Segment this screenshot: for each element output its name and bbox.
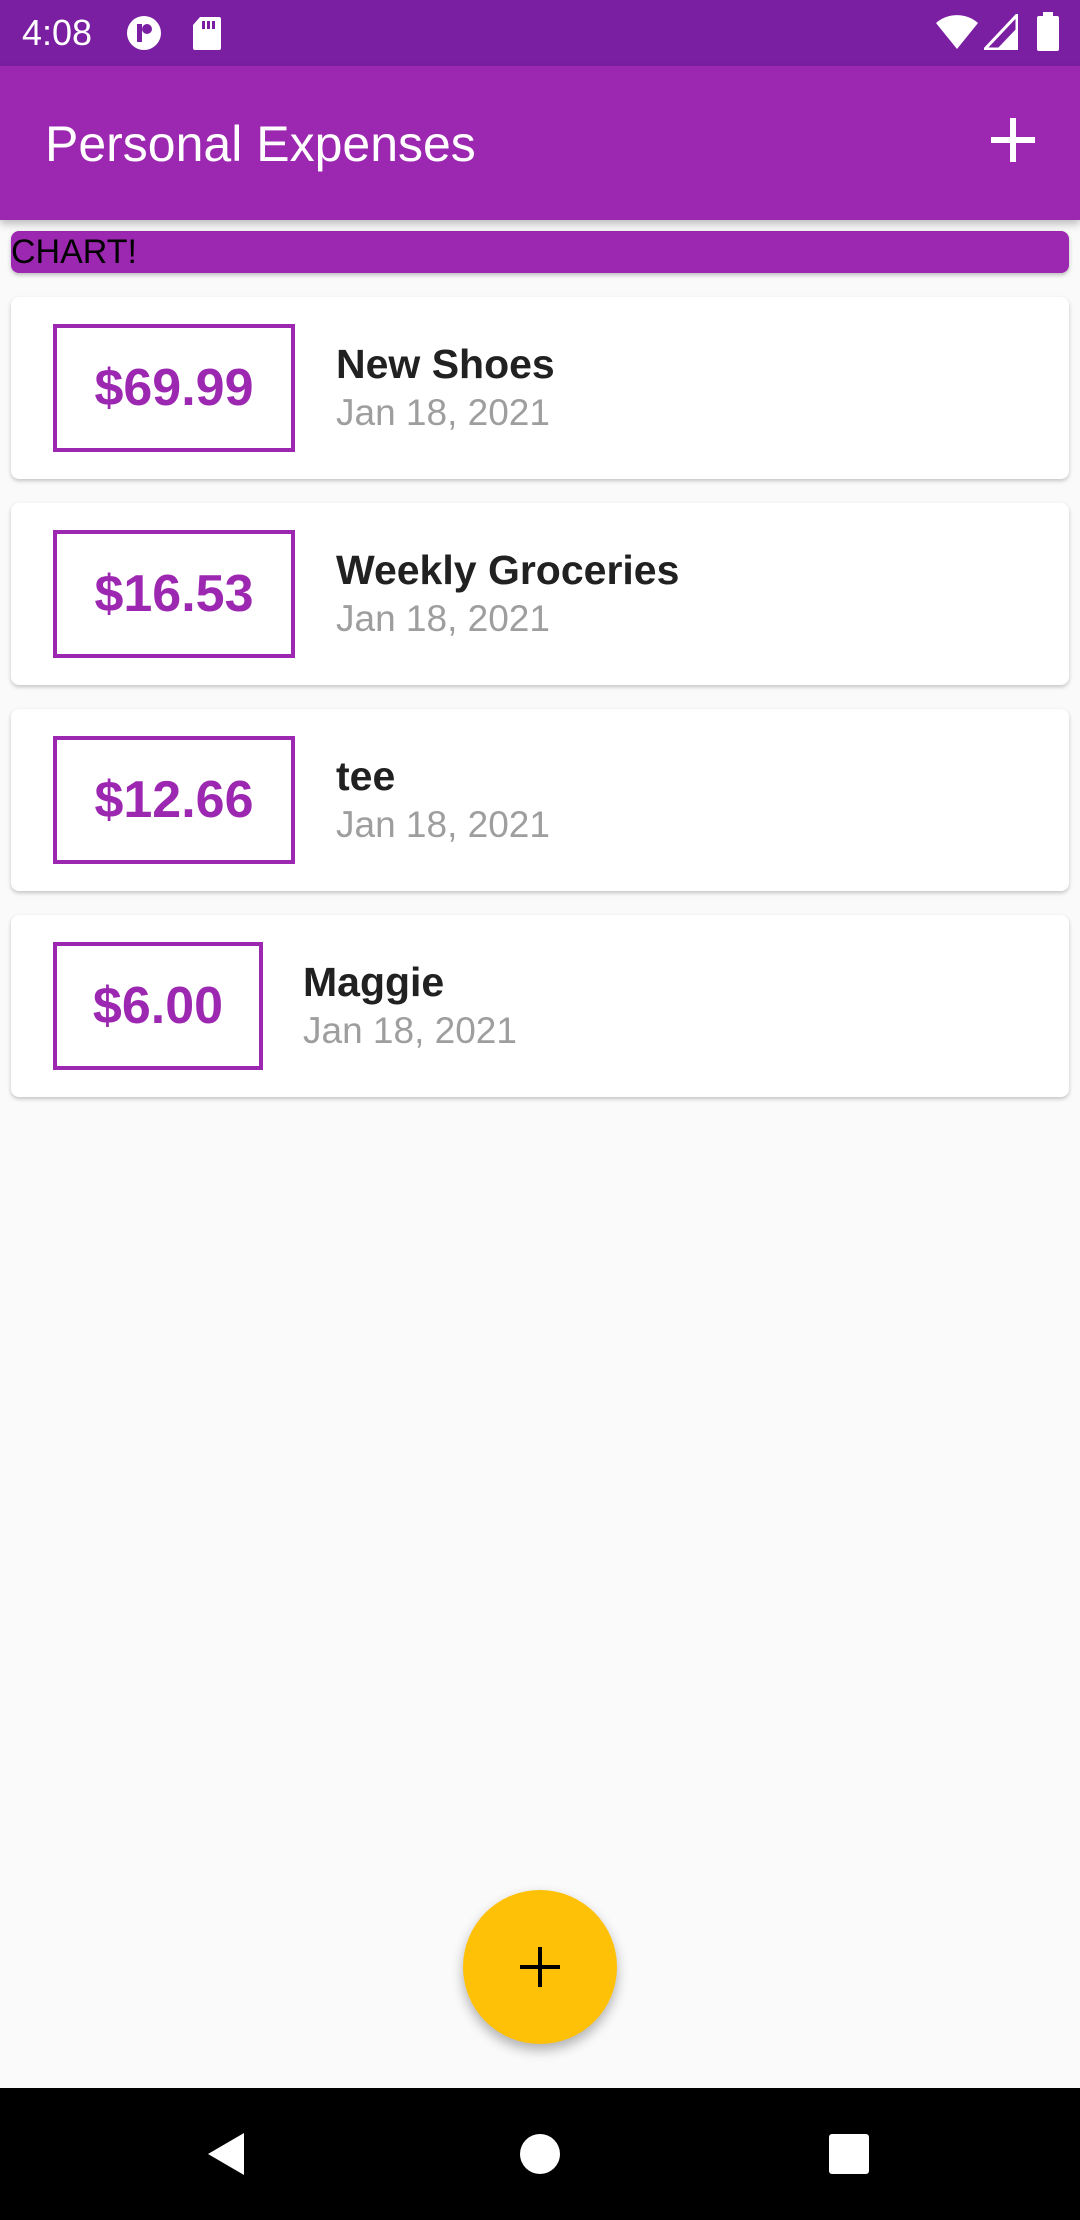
battery-icon <box>1037 12 1059 51</box>
page-title: Personal Expenses <box>45 116 476 172</box>
transaction-item: $69.99 New Shoes Jan 18, 2021 <box>11 297 1069 479</box>
plus-icon <box>991 118 1035 162</box>
transaction-item: $12.66 tee Jan 18, 2021 <box>11 709 1069 891</box>
transaction-title: Maggie <box>303 959 445 1005</box>
navigation-bar <box>0 2088 1080 2220</box>
transaction-amount: $69.99 <box>94 359 254 417</box>
sd-card-icon <box>193 17 221 50</box>
app-bar: Personal Expenses <box>0 66 1080 220</box>
transaction-date: Jan 18, 2021 <box>303 1010 517 1051</box>
transaction-item: $16.53 Weekly Groceries Jan 18, 2021 <box>11 503 1069 685</box>
wifi-icon <box>936 15 978 49</box>
transaction-title: tee <box>336 753 396 799</box>
status-time: 4:08 <box>22 12 93 53</box>
amount-box: $69.99 <box>53 324 295 452</box>
plus-icon <box>520 1947 560 1987</box>
amount-box: $12.66 <box>53 736 295 864</box>
chart-label: CHART! <box>11 233 137 271</box>
status-bar: 4:08 <box>0 0 1080 66</box>
transaction-date: Jan 18, 2021 <box>336 804 550 845</box>
transaction-date: Jan 18, 2021 <box>336 598 550 639</box>
amount-box: $6.00 <box>53 942 263 1070</box>
app-notification-icon <box>127 16 161 50</box>
transaction-amount: $16.53 <box>94 565 254 623</box>
transaction-title: Weekly Groceries <box>336 547 680 593</box>
add-transaction-button[interactable] <box>985 112 1041 168</box>
transaction-date: Jan 18, 2021 <box>336 392 550 433</box>
screen: 4:08 Personal Expenses CHART! $69.99 New… <box>0 0 1080 2220</box>
cellular-signal-icon <box>984 14 1018 50</box>
transaction-amount: $12.66 <box>94 771 254 829</box>
amount-box: $16.53 <box>53 530 295 658</box>
home-icon[interactable] <box>519 2133 561 2175</box>
recents-icon[interactable] <box>828 2133 870 2175</box>
transaction-item: $6.00 Maggie Jan 18, 2021 <box>11 915 1069 1097</box>
transaction-amount: $6.00 <box>92 977 224 1035</box>
chart-card: CHART! <box>11 231 1069 273</box>
transaction-title: New Shoes <box>336 341 555 387</box>
back-icon[interactable] <box>204 2131 248 2177</box>
fab-add-button[interactable] <box>463 1890 617 2044</box>
